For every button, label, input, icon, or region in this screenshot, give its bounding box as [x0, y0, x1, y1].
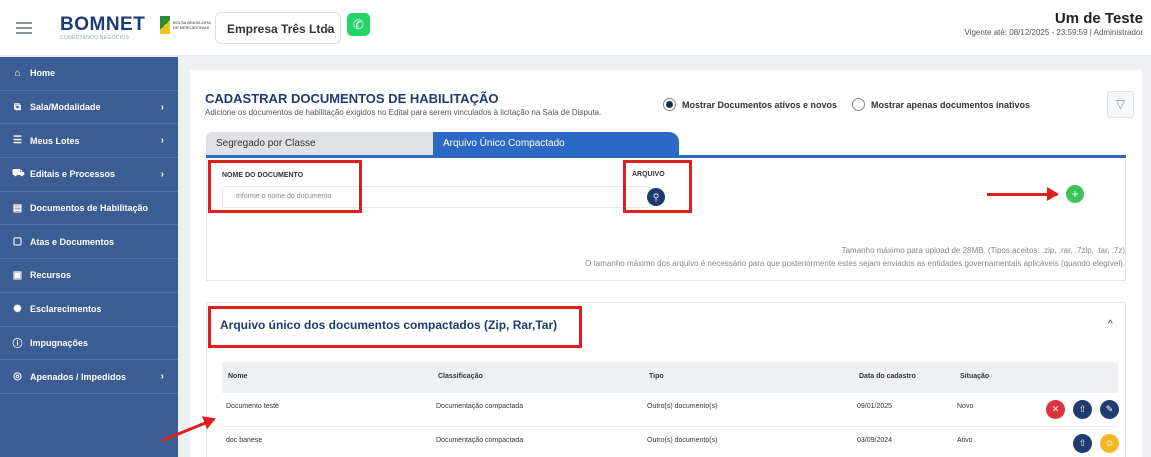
sidebar-item-7[interactable]: ✺ Esclarecimentos	[0, 293, 178, 327]
sidebar-item-label: Meus Lotes	[30, 135, 80, 146]
lots-icon: ☰	[13, 135, 22, 147]
blocked-icon: ◎	[13, 371, 22, 383]
upload-icon: ⇧	[1078, 438, 1087, 448]
main-content: CADASTRAR DOCUMENTOS DE HABILITAÇÃO Adic…	[190, 70, 1142, 457]
row-1-data: 03/09/2024	[857, 437, 893, 444]
user-button[interactable]: ☺	[1100, 434, 1119, 453]
col-classificacao: Classificação	[438, 373, 483, 380]
page-subtitle: Adicione os documentos de habilitação ex…	[205, 108, 602, 117]
add-document-button[interactable]: +	[1066, 185, 1084, 203]
trash-icon: ✕	[1051, 404, 1060, 414]
sidebar-item-1[interactable]: ⧉ Sala/Modalidade ›	[0, 91, 178, 125]
bolsa-logo: BOLSA BRASILEIRA DE MERCADORIAS	[160, 16, 213, 34]
radio-active-label: Mostrar Documentos ativos e novos	[682, 99, 838, 110]
filter-button[interactable]: ▽	[1107, 91, 1134, 118]
sidebar: ⌂ Home ⧉ Sala/Modalidade › ☰ Meus Lotes › ⛟ Edita…	[0, 57, 178, 457]
col-data: Data do cadastro	[859, 373, 916, 380]
upload-button[interactable]: ⇧	[1073, 400, 1092, 419]
radio-inactive-label: Mostrar apenas documentos inativos	[871, 99, 1031, 110]
validity-text: Vigente até: 08/12/2025 - 23:59:59 | Adm…	[964, 28, 1144, 37]
logo-text: BOMNET	[60, 14, 146, 35]
col-situacao: Situação	[960, 373, 990, 380]
radio-inactive-docs[interactable]: Mostrar apenas documentos inativos	[852, 98, 1030, 111]
home-icon: ⌂	[14, 67, 21, 79]
row-0-data: 09/01/2025	[857, 403, 893, 410]
sidebar-item-label: Editais e Processos	[30, 169, 116, 180]
company-name: Empresa Três Ltda	[227, 22, 335, 36]
sidebar-item-3[interactable]: ⛟ Editais e Processos ›	[0, 158, 178, 192]
chevron-down-icon: ∨	[324, 23, 331, 33]
chevron-right-icon: ›	[160, 101, 164, 113]
radio-checked-icon[interactable]	[663, 98, 676, 111]
row-1-situacao: Ativo	[957, 437, 973, 444]
file-icon: ▢	[12, 236, 23, 248]
row-1-classificacao: Documentação compactada	[436, 437, 524, 444]
user-name[interactable]: Um de Teste	[1055, 10, 1143, 27]
collapse-chevron-up-icon[interactable]: ^	[1108, 319, 1113, 330]
cart-icon: ⛟	[12, 167, 25, 179]
sidebar-item-label: Documentos de Habilitação	[30, 203, 149, 214]
upload-button[interactable]: ⇧	[1073, 434, 1092, 453]
chevron-right-icon: ›	[160, 135, 164, 147]
tab-segregado[interactable]: Segregado por Classe	[206, 132, 438, 156]
edit-button[interactable]: ✎	[1100, 400, 1119, 419]
row-1-nome: doc banese	[226, 437, 263, 444]
bolsa-text: BOLSA BRASILEIRA DE MERCADORIAS	[173, 20, 211, 30]
user-icon: ☺	[1104, 438, 1115, 448]
sun-icon: ✺	[13, 303, 22, 315]
row-1-tipo: Outro(s) documento(s)	[647, 437, 718, 444]
chevron-right-icon: ›	[160, 168, 164, 180]
upload-size-hint: Tamanho máximo para upload de 28MB. (Tip…	[841, 246, 1125, 255]
sidebar-item-label: Esclarecimentos	[30, 304, 102, 315]
top-bar: BOMNET CONECTANDO NEGÓCIOS BOLSA BRASILE…	[0, 0, 1151, 56]
annotation-box-file	[623, 160, 692, 213]
bolsa-flag-icon	[160, 16, 170, 34]
annotation-box-section-title	[208, 306, 582, 348]
annotation-box-document-name	[208, 160, 362, 213]
document-icon: ▤	[12, 202, 23, 214]
menu-icon[interactable]	[16, 22, 32, 34]
sidebar-item-0[interactable]: ⌂ Home	[0, 57, 178, 91]
sidebar-item-label: Home	[30, 68, 56, 79]
row-0-classificacao: Documentação compactada	[436, 403, 524, 410]
sidebar-item-6[interactable]: ▣ Recursos	[0, 259, 178, 293]
row-0-nome: Documento teste	[226, 403, 279, 410]
sidebar-item-5[interactable]: ▢ Atas e Documentos	[0, 225, 178, 260]
company-select[interactable]: Empresa Três Ltda ∨	[215, 12, 341, 44]
page-title: CADASTRAR DOCUMENTOS DE HABILITAÇÃO	[205, 91, 499, 106]
radio-unchecked-icon[interactable]	[852, 98, 865, 111]
sidebar-item-label: Impugnações	[30, 337, 89, 348]
sidebar-item-label: Recursos	[30, 270, 72, 281]
sidebar-item-label: Apenados / Impedidos	[30, 371, 127, 382]
filter-icon: ▽	[1115, 97, 1126, 111]
sidebar-item-2[interactable]: ☰ Meus Lotes ›	[0, 124, 178, 159]
radio-active-docs[interactable]: Mostrar Documentos ativos e novos	[663, 98, 837, 111]
logo-tagline: CONECTANDO NEGÓCIOS	[60, 35, 130, 41]
col-tipo: Tipo	[649, 373, 664, 380]
tab-arquivo-unico[interactable]: Arquivo Único Compactado	[433, 132, 679, 156]
upload-icon: ⇧	[1078, 404, 1087, 414]
whatsapp-icon[interactable]: ✆	[347, 13, 370, 36]
sidebar-item-label: Atas e Documentos	[30, 236, 115, 247]
upload-note-hint: O tamanho máximo dos arquivo é necessári…	[585, 259, 1125, 268]
delete-button[interactable]: ✕	[1046, 400, 1065, 419]
annotation-arrow-add	[987, 187, 1059, 201]
sidebar-item-label: Sala/Modalidade	[30, 102, 101, 113]
pencil-icon: ✎	[1105, 404, 1114, 414]
row-0-situacao: Novo	[957, 403, 974, 410]
resources-icon: ▣	[12, 269, 23, 281]
row-0-tipo: Outro(s) documento(s)	[647, 403, 718, 410]
row-divider	[222, 426, 1118, 427]
logo: BOMNET CONECTANDO NEGÓCIOS	[60, 14, 145, 41]
col-nome: Nome	[228, 373, 248, 380]
plus-icon: +	[1071, 187, 1079, 201]
info-icon: ⓘ	[12, 339, 23, 351]
sidebar-item-4[interactable]: ▤ Documentos de Habilitação	[0, 192, 178, 226]
chevron-right-icon: ›	[160, 371, 164, 383]
sidebar-item-8[interactable]: ⓘ Impugnações	[0, 327, 178, 361]
sidebar-item-9[interactable]: ◎ Apenados / Impedidos ›	[0, 360, 178, 394]
rooms-icon: ⧉	[13, 101, 22, 113]
